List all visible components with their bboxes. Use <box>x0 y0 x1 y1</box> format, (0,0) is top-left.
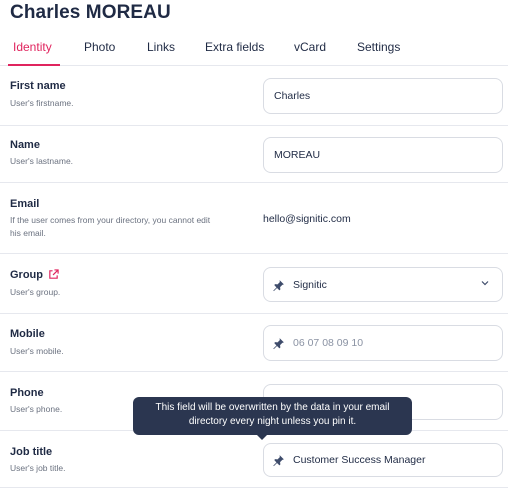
first-name-description: User's firstname. <box>10 98 74 108</box>
mobile-row: Mobile User's mobile. 06 07 08 09 10 <box>0 314 508 372</box>
name-description: User's lastname. <box>10 156 74 166</box>
email-value: hello@signitic.com <box>263 213 351 225</box>
first-name-input[interactable]: Charles <box>263 78 503 114</box>
external-link-icon[interactable] <box>48 269 59 280</box>
tab-extra-fields[interactable]: Extra fields <box>205 40 264 54</box>
job-title-description: User's job title. <box>10 463 66 473</box>
job-title-row: Job title User's job title. Customer Suc… <box>0 431 508 488</box>
group-value: Signitic <box>293 279 327 291</box>
name-row: Name User's lastname. MOREAU <box>0 126 508 183</box>
name-value: MOREAU <box>274 149 321 161</box>
group-select[interactable]: Signitic <box>263 267 503 302</box>
tooltip-line1: This field will be overwritten by the da… <box>155 402 390 413</box>
pin-icon[interactable] <box>272 279 285 292</box>
pin-icon[interactable] <box>272 337 285 350</box>
email-label: Email <box>10 198 40 210</box>
job-title-label: Job title <box>10 446 53 458</box>
pin-tooltip: This field will be overwritten by the da… <box>133 397 412 435</box>
active-tab-indicator <box>8 64 60 66</box>
group-label: Group <box>10 269 43 281</box>
mobile-description: User's mobile. <box>10 346 64 356</box>
mobile-placeholder: 06 07 08 09 10 <box>293 337 364 349</box>
name-input[interactable]: MOREAU <box>263 137 503 173</box>
phone-description: User's phone. <box>10 404 63 414</box>
first-name-value: Charles <box>274 90 311 102</box>
tooltip-line2: directory every night unless you pin it. <box>188 416 357 427</box>
tooltip-arrow <box>256 434 268 440</box>
name-label: Name <box>10 139 40 151</box>
tab-links[interactable]: Links <box>147 40 175 54</box>
tab-vcard[interactable]: vCard <box>294 40 326 54</box>
first-name-label: First name <box>10 80 66 92</box>
chevron-down-icon <box>481 281 489 286</box>
tab-settings[interactable]: Settings <box>357 40 400 54</box>
mobile-label: Mobile <box>10 328 45 340</box>
phone-label: Phone <box>10 387 44 399</box>
group-row: Group User's group. Signitic <box>0 254 508 314</box>
group-description: User's group. <box>10 287 61 297</box>
email-description-line2: his email. <box>10 228 46 238</box>
mobile-input[interactable]: 06 07 08 09 10 <box>263 325 503 361</box>
pin-icon[interactable] <box>272 454 285 467</box>
first-name-row: First name User's firstname. Charles <box>0 67 508 126</box>
job-title-value: Customer Success Manager <box>293 454 426 466</box>
email-row: Email If the user comes from your direct… <box>0 183 508 254</box>
tab-bar: Identity Photo Links Extra fields vCard … <box>0 38 508 66</box>
page-title: Charles MOREAU <box>10 2 171 23</box>
email-description-line1: If the user comes from your directory, y… <box>10 215 211 225</box>
tab-photo[interactable]: Photo <box>84 40 115 54</box>
tab-identity[interactable]: Identity <box>13 40 52 54</box>
job-title-input[interactable]: Customer Success Manager <box>263 443 503 477</box>
